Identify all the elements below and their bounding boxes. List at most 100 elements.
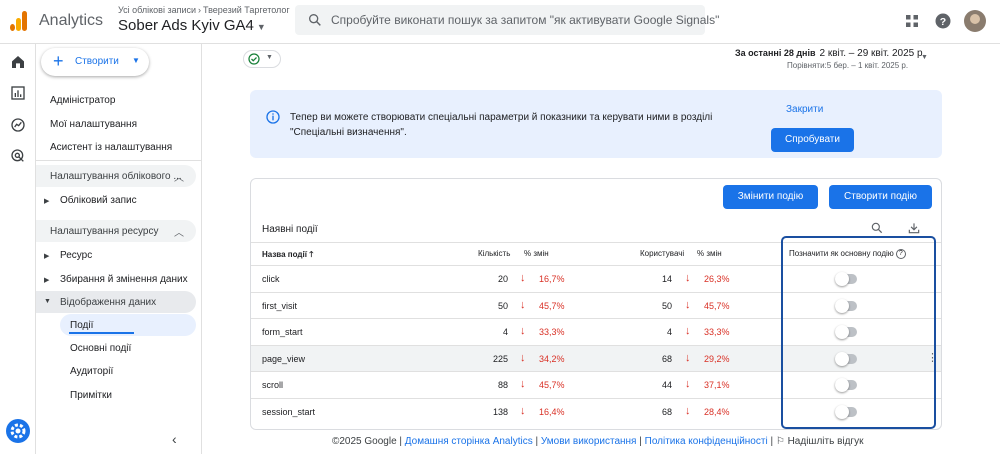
arrow-down-icon: ↓ [685, 272, 691, 284]
users-change: 26,3% [704, 274, 730, 284]
section-property-settings[interactable]: Налаштування ресурсу ︿ [36, 220, 196, 242]
breadcrumb-sub-account[interactable]: Тверезий Таргетолог [203, 5, 290, 15]
count-change: 45,7% [539, 300, 565, 311]
data-status-chip[interactable]: ▼ [243, 50, 281, 68]
analytics-logo-icon[interactable] [10, 11, 28, 31]
privacy-link[interactable]: Політика конфіденційності [645, 436, 768, 447]
caret-down-icon: ▼ [266, 54, 273, 61]
explore-icon[interactable] [10, 117, 26, 133]
count-change: 16,4% [539, 406, 565, 417]
breadcrumb[interactable]: Усі облікові записи › Тверезий Таргетолог [118, 5, 290, 15]
nav-my-settings[interactable]: Мої налаштування [50, 119, 137, 130]
create-button-label: Створити [75, 56, 119, 67]
reports-icon[interactable] [10, 85, 26, 101]
plus-icon: + [53, 51, 64, 71]
home-icon[interactable] [10, 54, 26, 70]
download-icon[interactable] [907, 221, 921, 235]
event-name[interactable]: click [262, 274, 280, 284]
expand-arrow-icon[interactable]: ▶ [44, 197, 49, 205]
help-icon[interactable]: ? [934, 12, 952, 30]
breadcrumb-account[interactable]: Усі облікові записи [118, 5, 196, 15]
date-range-label: За останні 28 днів [735, 48, 816, 58]
nav-data-display-row[interactable]: Відображення даних [36, 291, 196, 313]
event-users: 4 [666, 327, 672, 337]
section-label: Налаштування облікового ... [50, 171, 182, 182]
nav-key-events[interactable]: Основні події [70, 343, 131, 354]
arrow-down-icon: ↓ [520, 378, 526, 390]
users-change: 33,3% [704, 327, 730, 337]
search-icon[interactable] [870, 221, 884, 235]
date-compare-text: Порівняти:5 бер. – 1 квіт. 2025 р. [787, 61, 909, 70]
analytics-home-link[interactable]: Домашня сторінка Analytics [405, 436, 533, 447]
left-rail [0, 44, 36, 454]
feedback-link[interactable]: Надішліть відгук [788, 436, 864, 447]
nav-events[interactable]: Події [70, 320, 93, 331]
feedback-icon[interactable]: ⚐ [776, 436, 785, 447]
count-change: 33,3% [539, 327, 565, 337]
avatar[interactable] [964, 10, 986, 32]
section-label: Налаштування ресурсу [50, 226, 159, 237]
expand-arrow-icon[interactable]: ▶ [44, 252, 49, 260]
event-name[interactable]: scroll [262, 380, 283, 390]
expand-arrow-icon[interactable]: ▶ [44, 276, 49, 284]
property-name: Sober Ads Kyiv GA4 [118, 17, 254, 34]
arrow-down-icon: ↓ [520, 272, 526, 284]
info-icon [266, 110, 280, 124]
search-placeholder: Спробуйте виконати пошук за запитом "як … [331, 13, 720, 27]
nav-data-display: Відображення даних [60, 297, 157, 308]
search-bar[interactable]: Спробуйте виконати пошук за запитом "як … [295, 5, 719, 35]
count-change: 16,7% [539, 274, 565, 284]
collapse-panel-icon[interactable]: ‹ [172, 431, 177, 447]
section-account-settings[interactable]: Налаштування облікового ... ︿ [36, 165, 196, 187]
admin-gear-icon[interactable] [6, 419, 30, 443]
footer: ©2025 Google | Домашня сторінка Analytic… [332, 436, 864, 447]
advertising-icon[interactable] [10, 148, 26, 164]
arrow-down-icon: ↓ [520, 298, 526, 311]
property-selector[interactable]: Sober Ads Kyiv GA4 ▼ [118, 17, 266, 34]
col-header-users-change[interactable]: % змін [697, 249, 722, 258]
event-count: 20 [497, 274, 508, 284]
col-header-name[interactable]: Назва події 🡑 [262, 249, 313, 263]
arrow-down-icon: ↓ [685, 325, 691, 337]
count-change: 34,2% [539, 353, 565, 364]
terms-link[interactable]: Умови використання [541, 436, 637, 447]
create-event-button[interactable]: Створити подію [829, 185, 932, 209]
nav-setup-assistant[interactable]: Асистент із налаштування [50, 142, 172, 153]
arrow-down-icon: ↓ [685, 378, 691, 390]
event-name[interactable]: form_start [262, 327, 303, 337]
create-button[interactable]: + Створити ▼ [41, 48, 149, 76]
arrow-down-icon: ↓ [685, 351, 691, 364]
highlight-box [781, 236, 936, 429]
card-title: Наявні події [262, 224, 318, 235]
chevron-up-icon: ︿ [174, 173, 184, 184]
nav-annotations[interactable]: Примітки [70, 390, 112, 401]
nav-data-collection[interactable]: Збирання й змінення даних [60, 274, 188, 285]
date-range-picker[interactable]: За останні 28 днів 2 квіт. – 29 квіт. 202… [735, 48, 925, 59]
search-icon [309, 13, 321, 26]
collapse-arrow-icon[interactable]: ▼ [44, 298, 51, 305]
admin-nav-panel: + Створити ▼ Адміністратор Мої налаштува… [36, 44, 202, 454]
event-name[interactable]: first_visit [262, 301, 297, 311]
col-header-users[interactable]: Користувачі [640, 249, 684, 258]
modify-event-button[interactable]: Змінити подію [723, 185, 818, 209]
event-name[interactable]: session_start [262, 407, 315, 417]
banner-close-button[interactable]: Закрити [786, 104, 823, 115]
selection-underline [69, 332, 134, 334]
apps-grid-icon[interactable] [903, 12, 921, 30]
event-name[interactable]: page_view [262, 354, 305, 364]
col-header-count[interactable]: Кількість [478, 249, 510, 258]
event-count: 138 [492, 406, 508, 417]
arrow-down-icon: ↓ [520, 404, 526, 417]
col-header-count-change[interactable]: % змін [524, 249, 549, 258]
count-change: 45,7% [539, 380, 565, 390]
nav-admin[interactable]: Адміністратор [50, 95, 115, 106]
arrow-down-icon: ↓ [685, 298, 691, 311]
nav-audiences[interactable]: Аудиторії [70, 366, 113, 377]
nav-account[interactable]: Обліковий запис [60, 195, 137, 206]
banner-try-button[interactable]: Спробувати [771, 128, 854, 152]
caret-down-icon: ▼ [256, 22, 266, 32]
chevron-up-icon: ︿ [174, 228, 184, 239]
nav-property[interactable]: Ресурс [60, 250, 92, 261]
date-dropdown-icon[interactable]: ▼ [921, 54, 928, 61]
breadcrumb-chevron-icon: › [198, 5, 202, 15]
